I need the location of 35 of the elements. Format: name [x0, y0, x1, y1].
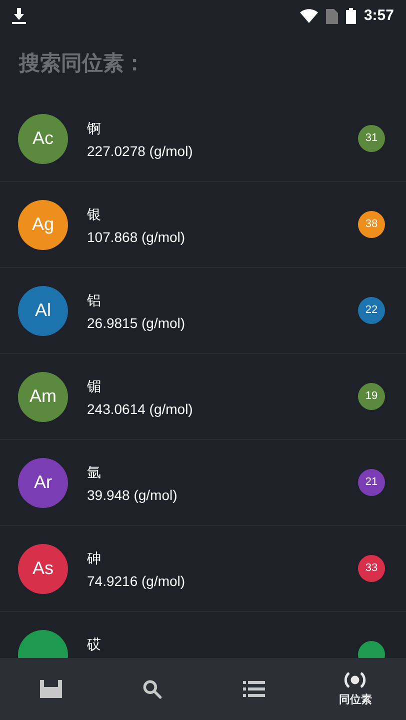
no-sim-icon — [326, 8, 338, 24]
search-icon — [141, 678, 164, 700]
atomic-mass: 74.9216 (g/mol) — [87, 572, 186, 591]
element-name: 锕 — [87, 119, 102, 138]
atomic-mass: 243.0614 (g/mol) — [87, 400, 194, 419]
element-symbol: Ac — [32, 127, 54, 150]
element-name: 镅 — [87, 377, 102, 396]
element-symbol: Ag — [32, 213, 54, 236]
atomic-mass: 107.868 (g/mol) — [87, 228, 186, 247]
download-icon — [12, 8, 26, 24]
list-icon — [242, 680, 265, 698]
atomic-mass: 227.0278 (g/mol) — [87, 142, 194, 161]
wifi-icon — [300, 9, 318, 23]
element-name: 砹 — [87, 635, 102, 654]
element-name: 砷 — [87, 549, 102, 568]
isotope-count-badge: 33 — [358, 555, 385, 582]
atomic-mass: 39.948 (g/mol) — [87, 486, 178, 505]
isotope-count-badge: 22 — [358, 297, 385, 324]
element-name: 氩 — [87, 463, 102, 482]
element-name: 铝 — [87, 291, 102, 310]
battery-icon — [346, 8, 356, 24]
status-time: 3:57 — [364, 6, 394, 26]
isotope-count-badge: 19 — [358, 383, 385, 410]
radiation-icon — [344, 670, 366, 690]
element-symbol: As — [32, 557, 54, 580]
element-symbol: Al — [34, 299, 51, 322]
element-symbol: Ar — [34, 471, 52, 494]
element-symbol: Am — [30, 385, 56, 408]
search-heading[interactable]: 搜索同位素： — [19, 48, 145, 80]
element-name: 银 — [87, 205, 102, 224]
nav-tab[interactable]: 同位素 — [315, 670, 396, 708]
isotope-count-badge: 21 — [358, 469, 385, 496]
isotope-count-badge: 31 — [358, 125, 385, 152]
isotope-count-badge: 38 — [358, 211, 385, 238]
atomic-mass: 26.9815 (g/mol) — [87, 314, 186, 333]
